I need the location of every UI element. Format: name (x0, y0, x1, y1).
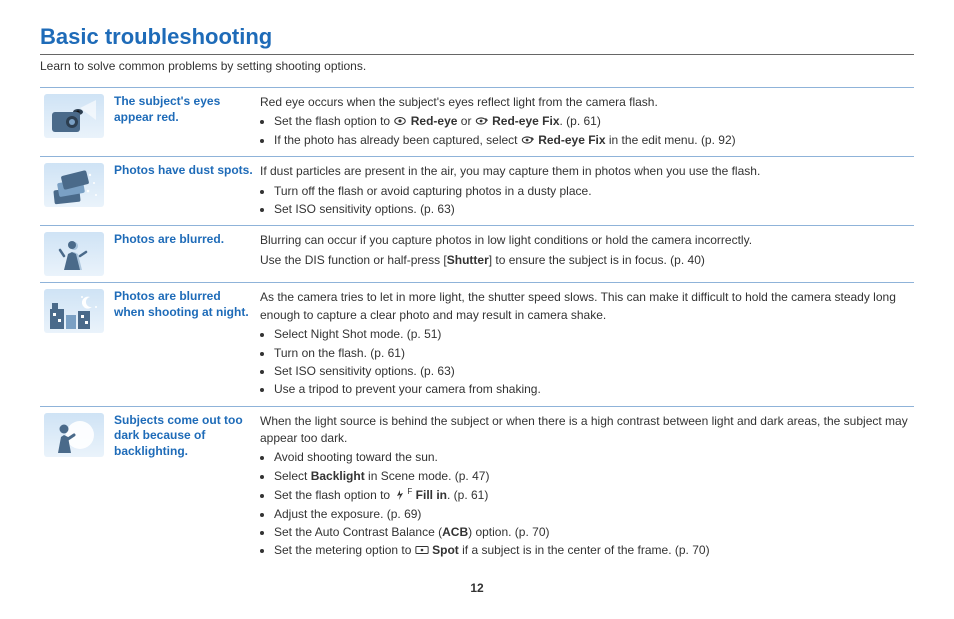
title-rule (40, 54, 914, 55)
problem-label: Photos have dust spots. (108, 161, 260, 219)
dust-photos-icon (40, 161, 108, 219)
table-row: The subject's eyes appear red.Red eye oc… (40, 87, 914, 156)
solution-body: When the light source is behind the subj… (260, 411, 914, 561)
night-city-icon (40, 287, 108, 399)
list-item: Select Night Shot mode. (p. 51) (274, 326, 914, 343)
list-item: Adjust the exposure. (p. 69) (274, 506, 914, 523)
list-item: Use a tripod to prevent your camera from… (274, 381, 914, 398)
list-item: Set the Auto Contrast Balance (ACB) opti… (274, 524, 914, 541)
solution-body: As the camera tries to let in more light… (260, 287, 914, 399)
table-row: Photos are blurred.Blurring can occur if… (40, 225, 914, 282)
troubleshooting-table: The subject's eyes appear red.Red eye oc… (40, 87, 914, 567)
backlight-person-icon (40, 411, 108, 561)
bullet-list: Turn off the flash or avoid capturing ph… (260, 183, 914, 219)
problem-label: Subjects come out too dark because of ba… (108, 411, 260, 561)
lead-text: As the camera tries to let in more light… (260, 289, 914, 324)
intro-text: Learn to solve common problems by settin… (40, 59, 914, 73)
list-item: Avoid shooting toward the sun. (274, 449, 914, 466)
table-row: Photos have dust spots.If dust particles… (40, 156, 914, 225)
page-title: Basic troubleshooting (40, 24, 914, 50)
bullet-list: Select Night Shot mode. (p. 51) Turn on t… (260, 326, 914, 399)
lead-text-2: Use the DIS function or half-press [Shut… (260, 252, 914, 269)
list-item: Set the flash option to F Fill in. (p. 6… (274, 486, 914, 504)
page-number: 12 (40, 581, 914, 595)
blur-person-icon (40, 230, 108, 276)
bullet-list: Set the flash option to Red-eye or Red-e… (260, 113, 914, 149)
list-item: If the photo has already been captured, … (274, 132, 914, 149)
table-row: Subjects come out too dark because of ba… (40, 406, 914, 567)
problem-label: Photos are blurred. (108, 230, 260, 276)
problem-label: The subject's eyes appear red. (108, 92, 260, 150)
lead-text: When the light source is behind the subj… (260, 413, 914, 448)
solution-body: If dust particles are present in the air… (260, 161, 914, 219)
bullet-list: Avoid shooting toward the sun. Select Bac… (260, 449, 914, 559)
problem-label: Photos are blurred when shooting at nigh… (108, 287, 260, 399)
solution-body: Blurring can occur if you capture photos… (260, 230, 914, 276)
list-item: Select Backlight in Scene mode. (p. 47) (274, 468, 914, 485)
list-item: Set ISO sensitivity options. (p. 63) (274, 363, 914, 380)
camera-flash-icon (40, 92, 108, 150)
lead-text: Red eye occurs when the subject's eyes r… (260, 94, 914, 111)
lead-text: If dust particles are present in the air… (260, 163, 914, 180)
lead-text: Blurring can occur if you capture photos… (260, 232, 914, 249)
list-item: Turn on the flash. (p. 61) (274, 345, 914, 362)
table-row: Photos are blurred when shooting at nigh… (40, 282, 914, 405)
solution-body: Red eye occurs when the subject's eyes r… (260, 92, 914, 150)
list-item: Turn off the flash or avoid capturing ph… (274, 183, 914, 200)
list-item: Set the flash option to Red-eye or Red-e… (274, 113, 914, 130)
list-item: Set the metering option to Spot if a sub… (274, 542, 914, 559)
list-item: Set ISO sensitivity options. (p. 63) (274, 201, 914, 218)
